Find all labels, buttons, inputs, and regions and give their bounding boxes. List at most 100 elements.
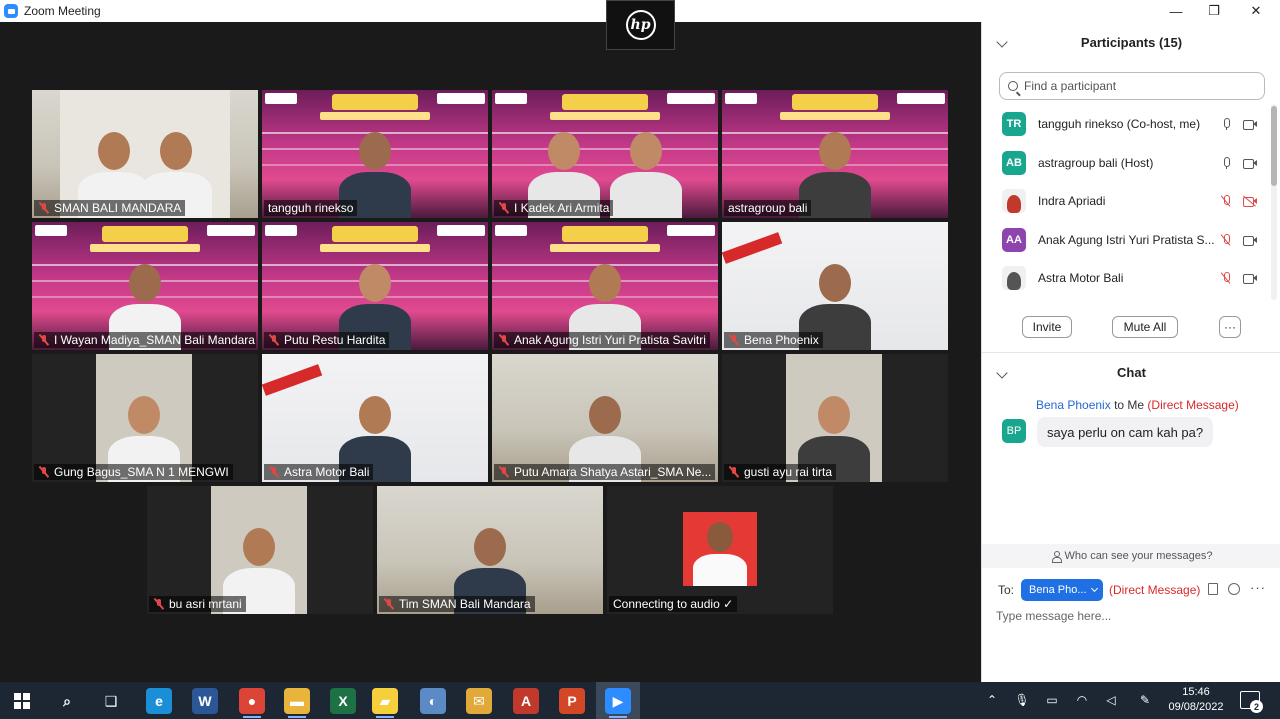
video-tile[interactable]: Tim SMAN Bali Mandara xyxy=(377,486,603,614)
video-camera-icon[interactable] xyxy=(1243,235,1257,246)
edge-icon[interactable]: e xyxy=(146,688,172,714)
participant-search[interactable] xyxy=(999,72,1265,100)
who-can-see-text: Who can see your messages? xyxy=(1064,550,1213,562)
more-icon[interactable]: ··· xyxy=(1250,580,1266,595)
avatar xyxy=(1002,189,1026,214)
task-view-icon[interactable]: ❑ xyxy=(98,688,124,714)
participant-name-label: Connecting to audio ✓ xyxy=(609,596,738,612)
recipient-select[interactable]: Bena Pho... xyxy=(1021,579,1104,601)
system-clock[interactable]: 15:46 09/08/2022 xyxy=(1165,685,1227,715)
participant-name-label: Gung Bagus_SMA N 1 MENGWI xyxy=(34,464,233,480)
who-can-see-link[interactable]: Who can see your messages? xyxy=(982,544,1280,568)
chrome-icon[interactable]: ● xyxy=(239,688,265,714)
search-icon[interactable]: ⌕ xyxy=(54,688,80,714)
mail-icon[interactable]: ✉ xyxy=(466,688,492,714)
hp-logo-icon: hp xyxy=(625,10,656,40)
chat-title: Chat xyxy=(1117,365,1146,380)
avatar: AA xyxy=(1002,227,1026,252)
paint-icon[interactable]: ◐ xyxy=(420,688,446,714)
participant-name-label: astragroup bali xyxy=(724,200,812,216)
mic-muted-icon xyxy=(498,202,510,214)
message-sender[interactable]: Bena Phoenix xyxy=(1036,398,1111,412)
video-tile[interactable]: Putu Amara Shatya Astari_SMA Ne... xyxy=(492,354,718,482)
zoom-app: Zoom Meeting — ❐ ✕ SMAN BALI MANDARA tang… xyxy=(0,0,1280,719)
invite-button[interactable]: Invite xyxy=(1022,316,1072,338)
video-tile[interactable]: gusti ayu rai tirta xyxy=(722,354,948,482)
file-icon[interactable] xyxy=(1208,583,1218,595)
mic-muted-icon[interactable] xyxy=(1220,233,1232,246)
powerpoint-icon[interactable]: P xyxy=(559,688,585,714)
microphone-icon[interactable] xyxy=(1220,118,1232,130)
participant-search-input[interactable] xyxy=(1024,79,1254,93)
participant-name: Putu Amara Shatya Astari_SMA Ne... xyxy=(514,465,712,479)
participant-name: Putu Restu Hardita xyxy=(284,333,386,347)
video-camera-icon[interactable] xyxy=(1243,273,1257,284)
mic-muted-icon[interactable] xyxy=(1220,195,1232,207)
participant-row[interactable]: TR tangguh rinekso (Co-host, me) xyxy=(982,105,1272,144)
video-off-icon[interactable] xyxy=(1243,195,1257,207)
avatar: AB xyxy=(1002,150,1026,175)
zoom-icon[interactable]: ▶ xyxy=(605,688,631,714)
volume-icon[interactable]: ◁ xyxy=(1104,693,1118,707)
close-button[interactable]: ✕ xyxy=(1236,0,1276,22)
video-tile[interactable]: I Kadek Ari Armita xyxy=(492,90,718,218)
participant-name-label: Putu Restu Hardita xyxy=(264,332,390,348)
video-tile[interactable]: SMAN BALI MANDARA xyxy=(32,90,258,218)
participant-row[interactable]: Indra Apriadi xyxy=(982,182,1272,221)
participant-scrollbar[interactable] xyxy=(1271,104,1277,300)
video-tile[interactable]: Bena Phoenix xyxy=(722,222,948,350)
windows-start-icon[interactable] xyxy=(14,693,30,709)
video-tile[interactable]: Putu Restu Hardita xyxy=(262,222,488,350)
banner-graphic xyxy=(495,225,527,236)
video-camera-icon[interactable] xyxy=(1243,119,1257,130)
microphone-icon[interactable]: 🎙 xyxy=(1014,693,1029,707)
battery-icon[interactable]: ▭ xyxy=(1045,693,1059,707)
collapse-chevron-icon[interactable] xyxy=(996,366,1008,379)
video-camera-icon[interactable] xyxy=(1243,158,1257,169)
chevron-down-icon xyxy=(1090,584,1099,593)
microphone-icon[interactable] xyxy=(1220,156,1232,169)
video-tile[interactable]: I Wayan Madiya_SMAN Bali Mandara xyxy=(32,222,258,350)
hp-logo: hp xyxy=(606,0,675,50)
scrollbar-thumb[interactable] xyxy=(1271,106,1277,186)
wifi-icon[interactable]: ◠ xyxy=(1075,693,1089,707)
video-tile[interactable]: Anak Agung Istri Yuri Pratista Savitri xyxy=(492,222,718,350)
video-tile[interactable]: tangguh rinekso xyxy=(262,90,488,218)
minimize-button[interactable]: — xyxy=(1156,0,1196,22)
file-explorer-icon[interactable]: ▬ xyxy=(284,688,310,714)
acrobat-icon[interactable]: A xyxy=(513,688,539,714)
video-tile[interactable]: Astra Motor Bali xyxy=(262,354,488,482)
emoji-icon[interactable] xyxy=(1228,583,1240,595)
banner-graphic xyxy=(667,93,715,104)
participant-row[interactable]: Astra Motor Bali xyxy=(982,259,1272,298)
video-tile[interactable]: Gung Bagus_SMA N 1 MENGWI xyxy=(32,354,258,482)
participant-row[interactable]: AB astragroup bali (Host) xyxy=(982,144,1272,183)
restore-button[interactable]: ❐ xyxy=(1194,0,1234,22)
collapse-chevron-icon[interactable] xyxy=(996,36,1008,48)
pen-icon[interactable]: ✎ xyxy=(1138,693,1152,707)
avatar-photo xyxy=(1007,195,1021,214)
mic-muted-icon xyxy=(38,202,50,214)
participant-name: SMAN BALI MANDARA xyxy=(54,201,182,215)
sticky-notes-icon[interactable]: ▰ xyxy=(372,688,398,714)
participant-name-label: bu asri mrtani xyxy=(149,596,246,612)
video-tile[interactable]: bu asri mrtani xyxy=(147,486,373,614)
excel-icon[interactable]: X xyxy=(330,688,356,714)
more-options-button[interactable]: ··· xyxy=(1219,316,1241,338)
running-indicator xyxy=(288,716,306,718)
banner-graphic xyxy=(437,225,485,236)
message-meta: Bena Phoenix to Me (Direct Message) xyxy=(1036,398,1239,412)
chevron-up-icon[interactable]: ⌃ xyxy=(985,693,999,707)
mic-muted-icon xyxy=(383,598,395,610)
banner-graphic xyxy=(207,225,255,236)
mic-muted-icon xyxy=(153,598,165,610)
mute-all-button[interactable]: Mute All xyxy=(1112,316,1178,338)
mic-muted-icon[interactable] xyxy=(1220,272,1232,284)
participant-row[interactable]: AA Anak Agung Istri Yuri Pratista S... xyxy=(982,221,1272,260)
chat-message-input[interactable] xyxy=(996,606,1266,626)
video-tile[interactable]: Connecting to audio ✓ xyxy=(607,486,833,614)
banner-graphic xyxy=(262,364,323,396)
word-icon[interactable]: W xyxy=(192,688,218,714)
video-tile[interactable]: astragroup bali xyxy=(722,90,948,218)
clock-date: 09/08/2022 xyxy=(1168,701,1224,713)
